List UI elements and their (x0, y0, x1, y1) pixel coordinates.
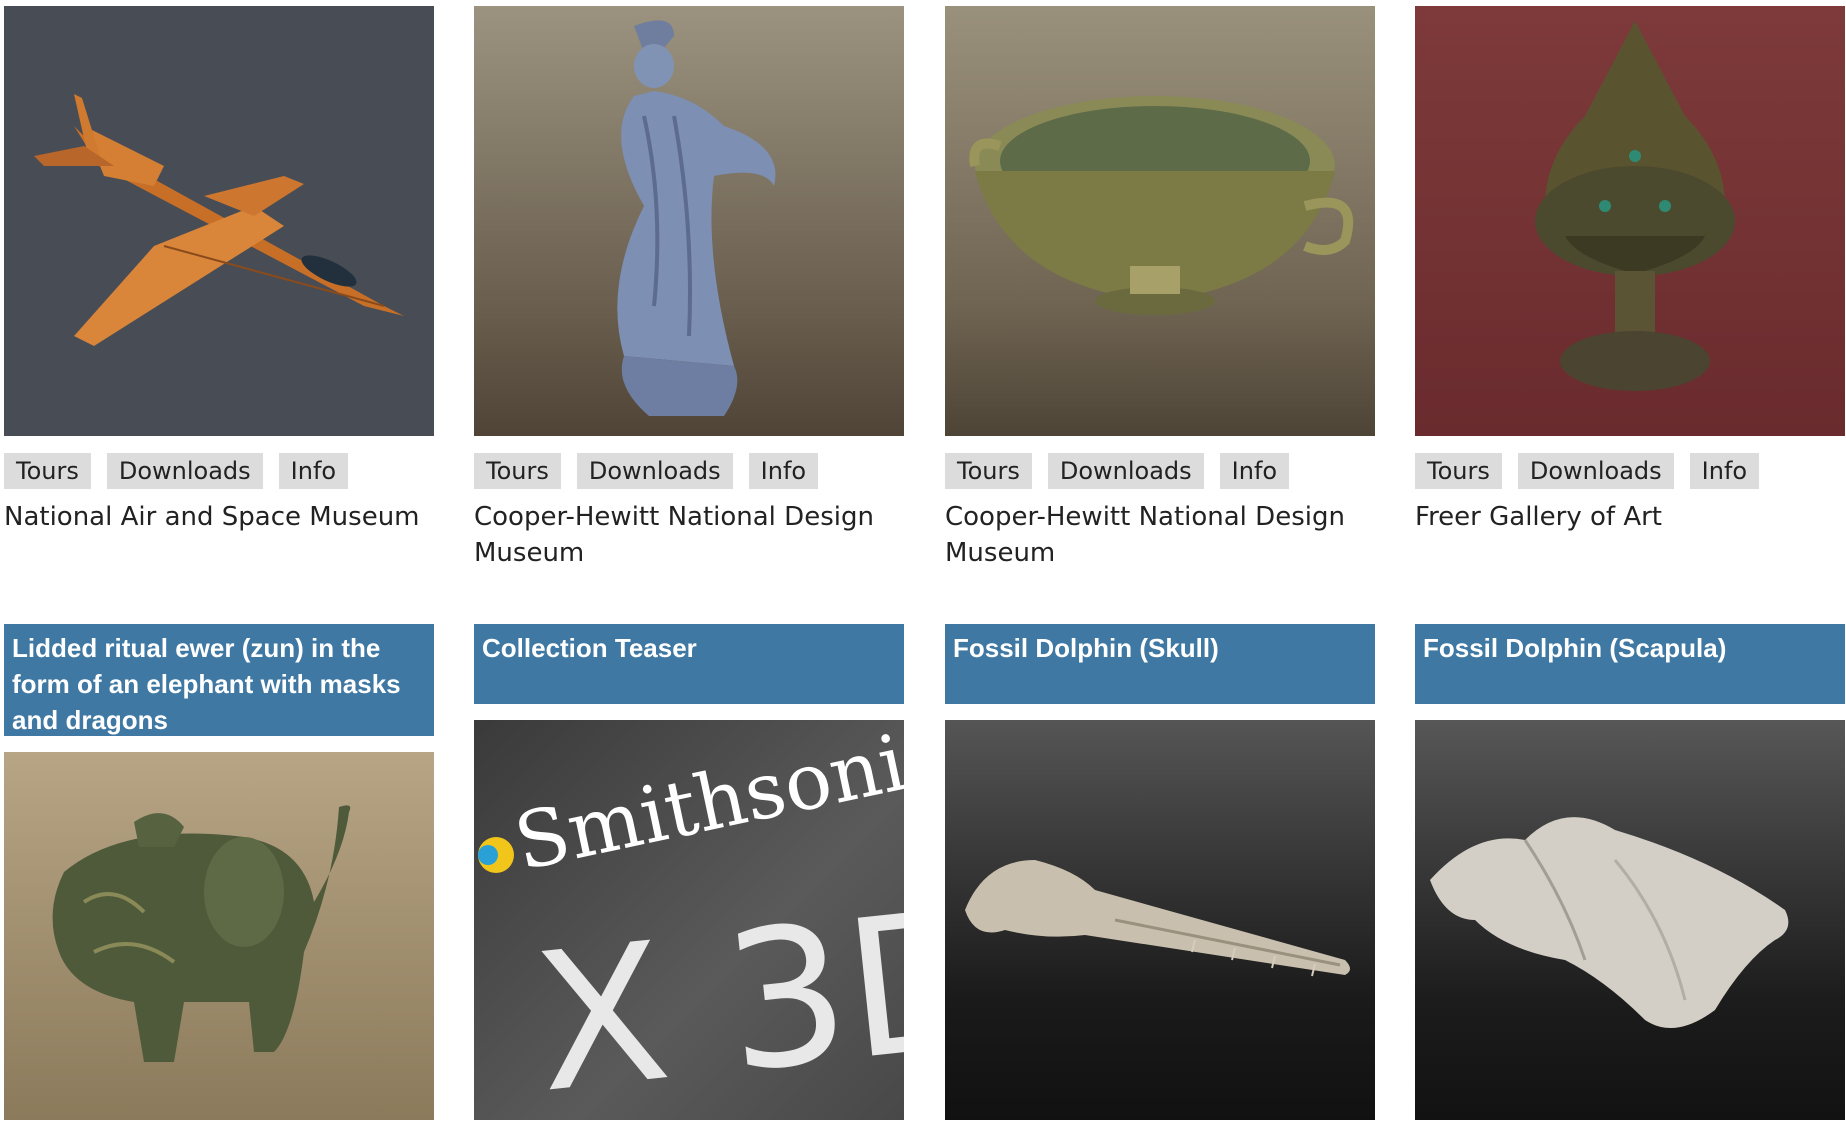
card-collection-teaser: Collection Teaser Smithsoni X 3D (474, 624, 904, 1120)
item-title[interactable]: Fossil Dolphin (Skull) (945, 624, 1375, 704)
thumbnail-x3d-logo[interactable]: Smithsoni X 3D (474, 720, 904, 1120)
card-bowl: Tours Downloads Info Cooper-Hewitt Natio… (945, 6, 1375, 571)
item-title[interactable]: Fossil Dolphin (Scapula) (1415, 624, 1845, 704)
jet-image (34, 94, 404, 346)
bowl-image (969, 96, 1354, 315)
dancer-image (617, 20, 776, 416)
thumbnail-dancer[interactable] (474, 6, 904, 436)
skull-image (965, 860, 1350, 977)
action-buttons: Tours Downloads Info (474, 453, 904, 489)
x3d-logo-image: Smithsoni X 3D (478, 720, 904, 1120)
thumbnail-dolphin-skull[interactable] (945, 720, 1375, 1120)
action-buttons: Tours Downloads Info (1415, 453, 1845, 489)
card-air-space: Tours Downloads Info National Air and Sp… (4, 6, 434, 535)
card-censer: Tours Downloads Info Freer Gallery of Ar… (1415, 6, 1845, 535)
tours-button[interactable]: Tours (4, 453, 91, 489)
downloads-button[interactable]: Downloads (1517, 453, 1674, 489)
info-button[interactable]: Info (278, 453, 349, 489)
downloads-button[interactable]: Downloads (106, 453, 263, 489)
tours-button[interactable]: Tours (474, 453, 561, 489)
museum-name[interactable]: Cooper-Hewitt National Design Museum (474, 499, 904, 571)
action-buttons: Tours Downloads Info (4, 453, 434, 489)
censer-image (1535, 21, 1735, 391)
card-fossil-scapula: Fossil Dolphin (Scapula) (1415, 624, 1845, 1120)
thumbnail-dolphin-scapula[interactable] (1415, 720, 1845, 1120)
museum-name[interactable]: Cooper-Hewitt National Design Museum (945, 499, 1375, 571)
action-buttons: Tours Downloads Info (945, 453, 1375, 489)
card-dancer: Tours Downloads Info Cooper-Hewitt Natio… (474, 6, 904, 571)
item-title[interactable]: Collection Teaser (474, 624, 904, 704)
logo-x3d: X 3D (526, 867, 904, 1120)
logo-wordmark: Smithsoni (507, 720, 904, 889)
thumbnail-bowl[interactable] (945, 6, 1375, 436)
thumbnail-elephant[interactable] (4, 752, 434, 1120)
info-button[interactable]: Info (1689, 453, 1760, 489)
info-button[interactable]: Info (748, 453, 819, 489)
thumbnail-censer[interactable] (1415, 6, 1845, 436)
museum-name[interactable]: National Air and Space Museum (4, 499, 434, 535)
downloads-button[interactable]: Downloads (576, 453, 733, 489)
elephant-image (52, 805, 351, 1062)
item-title[interactable]: Lidded ritual ewer (zun) in the form of … (4, 624, 434, 736)
card-fossil-skull: Fossil Dolphin (Skull) (945, 624, 1375, 1120)
tours-button[interactable]: Tours (1415, 453, 1502, 489)
thumbnail-jet[interactable] (4, 6, 434, 436)
museum-name[interactable]: Freer Gallery of Art (1415, 499, 1845, 535)
tours-button[interactable]: Tours (945, 453, 1032, 489)
info-button[interactable]: Info (1219, 453, 1290, 489)
card-elephant-ewer: Lidded ritual ewer (zun) in the form of … (4, 624, 434, 1120)
scapula-image (1430, 817, 1789, 1028)
downloads-button[interactable]: Downloads (1047, 453, 1204, 489)
